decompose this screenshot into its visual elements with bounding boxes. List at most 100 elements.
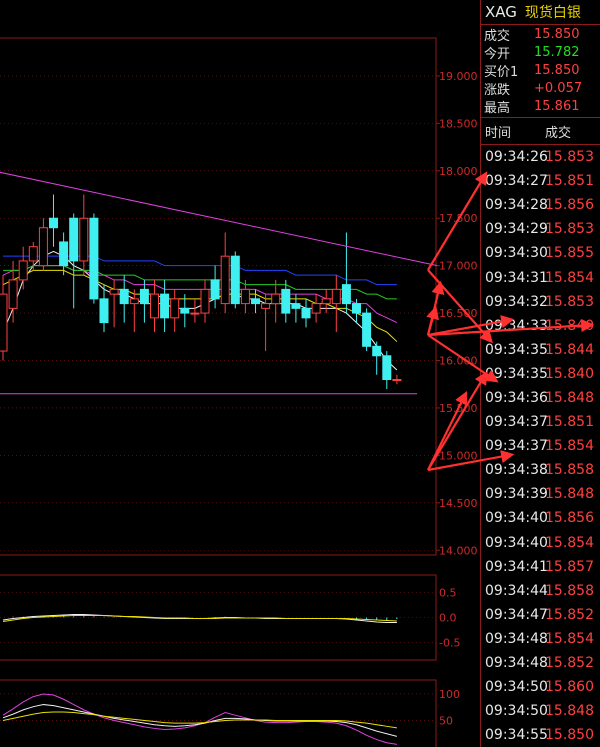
- trade-row[interactable]: 09:34:36 15.848: [481, 386, 600, 410]
- trade-row[interactable]: 09:34:37 15.854: [481, 434, 600, 458]
- moving-average-line: [2, 250, 398, 371]
- trade-row[interactable]: 09:34:35 15.844: [481, 338, 600, 362]
- trade-row[interactable]: 09:34:50 15.848: [481, 699, 600, 723]
- quote-row-change: 涨跌 +0.057: [481, 79, 600, 98]
- candle-body: [8, 279, 18, 309]
- candle-body: [341, 284, 351, 305]
- trade-row[interactable]: 09:34:37 15.851: [481, 410, 600, 434]
- trade-time: 09:34:50: [485, 703, 548, 720]
- y-tick-label: 15.500: [439, 402, 478, 415]
- trade-price: 15.840: [545, 365, 594, 382]
- candle-body: [200, 288, 210, 314]
- trade-row[interactable]: 09:34:35 15.840: [481, 362, 600, 386]
- candle-body: [311, 303, 321, 314]
- candle-body: [372, 345, 382, 357]
- trade-time: 09:34:47: [485, 606, 548, 623]
- trade-time: 09:34:29: [485, 221, 548, 238]
- candle-body: [150, 293, 159, 319]
- y-tick-label: 19.000: [439, 70, 478, 83]
- trade-row[interactable]: 09:34:40 15.856: [481, 506, 600, 530]
- trade-time: 09:34:33: [485, 317, 548, 334]
- trade-time: 09:34:35: [485, 341, 548, 358]
- trade-price: 15.854: [545, 630, 594, 647]
- quote-row-open: 今开 15.782: [481, 43, 600, 62]
- candle-body: [170, 298, 180, 319]
- y-tick-label: 16.000: [439, 355, 478, 368]
- y-tick-label: 0.5: [439, 587, 457, 600]
- candle-body: [119, 288, 129, 305]
- trade-row[interactable]: 09:34:40 15.854: [481, 531, 600, 555]
- y-tick-label: 100: [439, 688, 460, 701]
- candle-body: [392, 379, 402, 382]
- trade-row[interactable]: 09:34:48 15.854: [481, 627, 600, 651]
- trade-row[interactable]: 09:34:29 15.853: [481, 217, 600, 241]
- candle-body: [352, 303, 361, 314]
- y-tick-label: 18.000: [439, 165, 478, 178]
- candle-body: [230, 255, 240, 305]
- quote-panel: XAG 现货白银 成交 15.850 今开 15.782 买价1 15.850 …: [480, 0, 600, 747]
- candle-body: [139, 288, 149, 305]
- trade-time: 09:34:38: [485, 462, 548, 479]
- trade-time: 09:34:36: [485, 389, 548, 406]
- trade-price: 15.840: [545, 317, 594, 334]
- trades-header-time: 时间: [485, 125, 512, 141]
- trade-row[interactable]: 09:34:26 15.853: [481, 145, 600, 169]
- trade-time: 09:34:48: [485, 655, 548, 672]
- y-tick-label: 14.500: [439, 497, 478, 510]
- trade-row[interactable]: 09:34:33 15.840: [481, 314, 600, 338]
- trade-row[interactable]: 09:34:30 15.855: [481, 241, 600, 265]
- trade-row[interactable]: 09:34:55 15.850: [481, 723, 600, 747]
- trade-time: 09:34:48: [485, 630, 548, 647]
- quote-value: 15.850: [534, 62, 580, 78]
- kdj-line: [2, 693, 397, 745]
- trade-price: 15.854: [545, 438, 594, 455]
- trade-row[interactable]: 09:34:27 15.851: [481, 169, 600, 193]
- trades-header: 时间 成交: [481, 118, 600, 145]
- trade-row[interactable]: 09:34:32 15.853: [481, 290, 600, 314]
- candle-body: [18, 260, 28, 281]
- candle-body: [0, 293, 8, 352]
- quote-value: 15.782: [534, 44, 580, 60]
- trade-price: 15.860: [545, 679, 594, 696]
- trade-row[interactable]: 09:34:39 15.848: [481, 482, 600, 506]
- y-tick-label: 18.500: [439, 117, 478, 130]
- candle-body: [129, 298, 139, 305]
- trade-price: 15.852: [545, 655, 594, 672]
- trade-row[interactable]: 09:34:38 15.858: [481, 458, 600, 482]
- y-tick-label: 17.500: [439, 212, 478, 225]
- trade-time: 09:34:35: [485, 365, 548, 382]
- trade-row[interactable]: 09:34:47 15.852: [481, 603, 600, 627]
- trade-price: 15.848: [545, 703, 594, 720]
- trade-row[interactable]: 09:34:44 15.858: [481, 579, 600, 603]
- trade-row[interactable]: 09:34:41 15.857: [481, 555, 600, 579]
- kdj-line: [2, 711, 397, 729]
- trade-row[interactable]: 09:34:31 15.854: [481, 265, 600, 289]
- candle-body: [321, 298, 331, 305]
- candle-body: [59, 241, 69, 267]
- trade-price: 15.848: [545, 389, 594, 406]
- trade-price: 15.851: [545, 173, 594, 190]
- quote-label: 今开: [484, 46, 511, 62]
- quote-value: 15.850: [534, 26, 580, 42]
- y-tick-label: 16.500: [439, 307, 478, 320]
- trade-time: 09:34:32: [485, 293, 548, 310]
- trade-price: 15.854: [545, 534, 594, 551]
- trade-price: 15.848: [545, 486, 594, 503]
- trade-row[interactable]: 09:34:50 15.860: [481, 675, 600, 699]
- trade-price: 15.856: [545, 510, 594, 527]
- trade-price: 15.844: [545, 341, 594, 358]
- trade-price: 15.858: [545, 582, 594, 599]
- trade-price: 15.858: [545, 462, 594, 479]
- trade-row[interactable]: 09:34:28 15.856: [481, 193, 600, 217]
- trade-time: 09:34:37: [485, 414, 548, 431]
- candle-body: [382, 355, 392, 381]
- trades-list[interactable]: 09:34:26 15.853 09:34:27 15.851 09:34:28 15.8…: [481, 145, 600, 747]
- trade-price: 15.855: [545, 245, 594, 262]
- trade-time: 09:34:39: [485, 486, 548, 503]
- y-tick-label: 17.000: [439, 260, 478, 273]
- candle-body: [160, 293, 170, 319]
- trade-row[interactable]: 09:34:48 15.852: [481, 651, 600, 675]
- quote-label: 涨跌: [484, 82, 511, 98]
- candle-body: [69, 217, 79, 262]
- y-tick-label: 15.000: [439, 449, 478, 462]
